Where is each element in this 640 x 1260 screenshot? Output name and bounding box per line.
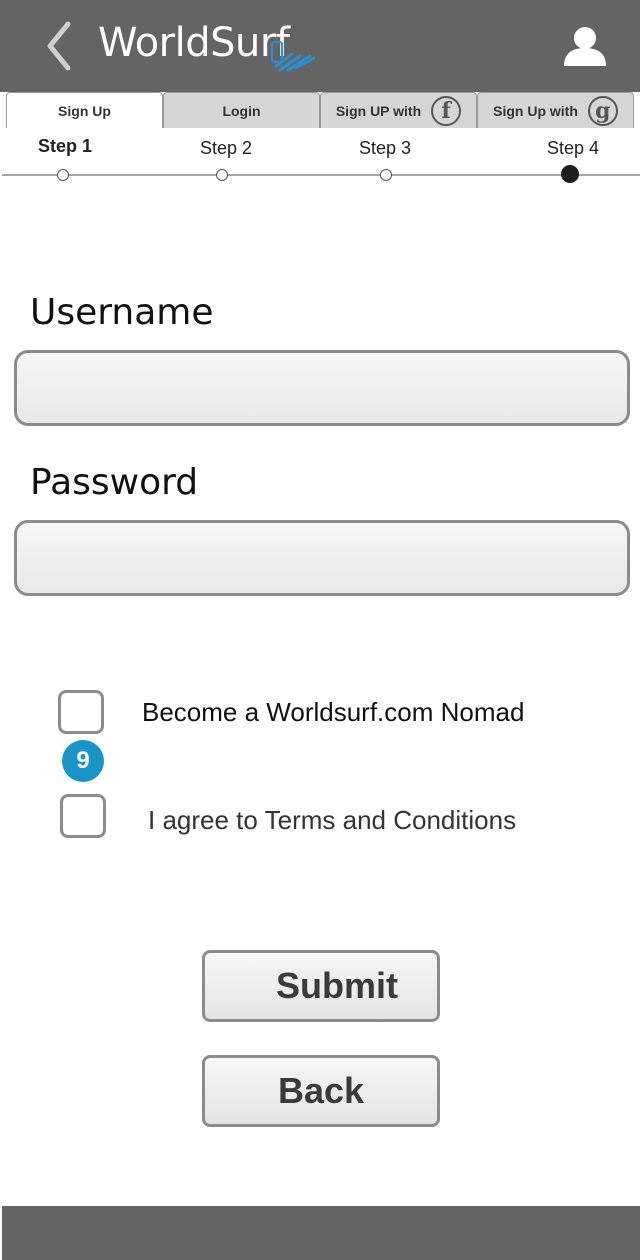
step-dot-2[interactable]: [216, 169, 228, 181]
nomad-label: Become a Worldsurf.com Nomad: [142, 697, 525, 727]
auth-tabs: Sign Up Login Sign UP with f Sign Up wit…: [0, 92, 640, 128]
tab-label: Sign UP with: [335, 102, 422, 119]
tab-label: Sign Up with: [493, 102, 578, 119]
terms-label: I agree to Terms and Conditions: [148, 805, 517, 835]
tab-sign-up-google[interactable]: Sign Up with g: [477, 92, 634, 128]
tab-sign-up[interactable]: Sign Up: [6, 92, 163, 128]
step-dot-1[interactable]: [57, 169, 69, 181]
back-button[interactable]: Back: [202, 1055, 440, 1127]
username-label: Username: [30, 292, 214, 333]
submit-button[interactable]: Submit: [202, 950, 440, 1022]
step-dot-3[interactable]: [380, 169, 392, 181]
username-input[interactable]: [14, 350, 630, 426]
app-footer: [2, 1206, 640, 1260]
app-header: WorldSurf: [0, 0, 640, 92]
chevron-left-icon[interactable]: [40, 18, 80, 74]
terms-checkbox[interactable]: [60, 794, 106, 838]
nomad-checkbox[interactable]: [58, 690, 104, 734]
step-label-2: Step 2: [200, 138, 253, 158]
tab-label: Login: [222, 102, 261, 119]
step-label-4: Step 4: [547, 138, 600, 158]
step-label-1: Step 1: [38, 136, 93, 156]
user-icon[interactable]: [562, 24, 608, 68]
google-icon: g: [587, 95, 618, 126]
step-label-3: Step 3: [359, 138, 412, 158]
worldsurf-logo-icon: [271, 41, 316, 72]
annotation-badge: 9: [62, 740, 104, 782]
step-dot-4[interactable]: [561, 165, 579, 183]
tab-login[interactable]: Login: [163, 92, 320, 128]
app-title: WorldSurf: [98, 20, 290, 66]
step-track: [2, 174, 640, 176]
step-indicator: Step 1 Step 2 Step 3 Step 4: [0, 128, 640, 188]
facebook-icon: f: [431, 95, 462, 126]
tab-label: Sign Up: [58, 102, 111, 119]
tab-sign-up-facebook[interactable]: Sign UP with f: [320, 92, 477, 128]
password-label: Password: [30, 462, 199, 503]
password-input[interactable]: [14, 520, 630, 596]
